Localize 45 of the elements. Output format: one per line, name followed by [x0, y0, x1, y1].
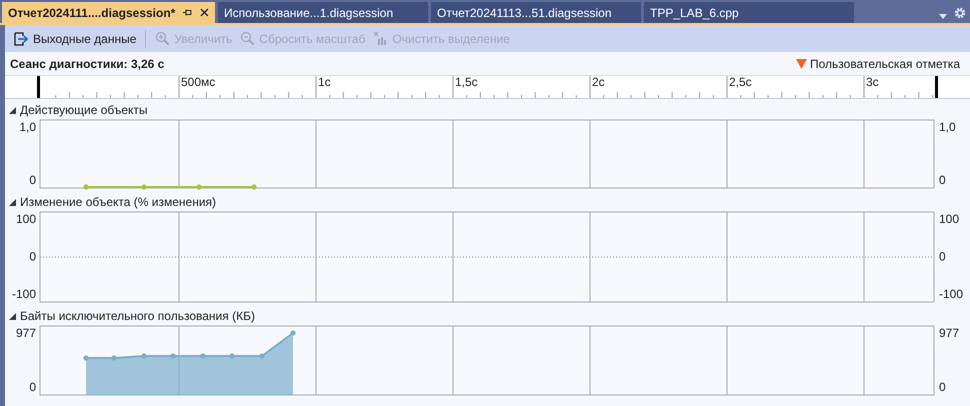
y-axis-label: 977 [939, 326, 960, 340]
y-axis-label: 100 [16, 212, 36, 226]
y-axis-label: 977 [16, 326, 36, 340]
y-axis-label: 0 [939, 173, 946, 188]
y-axis-label: 0 [939, 380, 946, 394]
time-label: 3с [866, 76, 879, 89]
range-end-handle[interactable] [935, 76, 938, 98]
y-axis-label: -100 [939, 287, 964, 302]
y-axis-label: 1,0 [19, 120, 36, 134]
document-tab[interactable]: Отчет20241113...51.diagsession [431, 2, 641, 23]
legend-label: Пользовательская отметка [810, 56, 960, 70]
close-icon[interactable] [200, 8, 209, 17]
export-icon [13, 30, 29, 46]
time-ruler[interactable]: 500мс 1с 1,5с 2с 2,5с 3с [5, 76, 970, 99]
session-duration: Сеанс диагностики: 3,26 с [10, 56, 164, 70]
section-title: Байты исключительного пользования (КБ) [20, 309, 255, 324]
document-tab[interactable]: TPP_LAB_6.cpp [644, 2, 854, 23]
time-label: 1с [318, 76, 331, 89]
expander-icon[interactable] [9, 199, 16, 206]
settings-icon[interactable] [954, 7, 966, 19]
expander-icon[interactable] [9, 313, 16, 320]
time-label: 1,5с [455, 76, 478, 89]
pin-icon[interactable] [183, 8, 192, 17]
range-start-handle[interactable] [37, 76, 40, 98]
zoom-in-icon [155, 31, 170, 46]
y-axis-label: -100 [12, 287, 36, 302]
expander-icon[interactable] [9, 107, 16, 114]
y-axis-label: 0 [29, 250, 36, 264]
time-label: 500мс [181, 76, 216, 89]
time-label: 2с [592, 76, 605, 89]
toolbar-button[interactable]: Выходные данные [11, 28, 138, 48]
y-axis-label: 1,0 [939, 120, 956, 134]
clear-chart-icon [373, 31, 388, 46]
marker-triangle-icon [796, 58, 807, 68]
y-axis-label: 100 [939, 212, 960, 226]
time-label: 2,5с [729, 76, 752, 89]
section-title: Изменение объекта (% изменения) [20, 195, 216, 210]
zoom-out-icon [240, 31, 256, 46]
document-tab[interactable]: Использование...1.diagsession [218, 2, 428, 23]
y-axis-label: 0 [29, 380, 36, 394]
y-axis-label: 0 [939, 250, 946, 264]
document-tab[interactable]: Отчет2024111....diagsession* [2, 2, 215, 23]
y-axis-label: 0 [29, 173, 36, 188]
section-title: Действующие объекты [20, 103, 148, 118]
dropdown-caret-icon[interactable] [939, 14, 947, 19]
